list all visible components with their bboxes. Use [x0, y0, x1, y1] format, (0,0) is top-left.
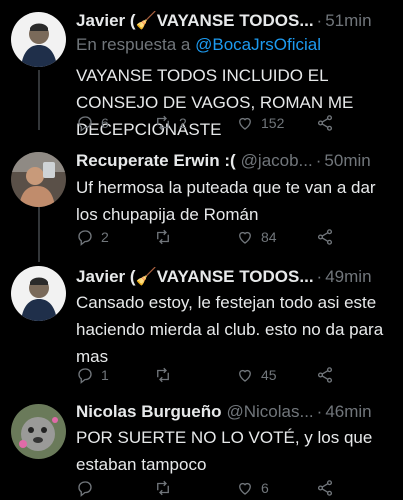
separator: · [316, 11, 323, 30]
like-button[interactable]: 6 [236, 477, 269, 499]
like-count: 152 [261, 115, 285, 131]
reply-mention-link[interactable]: @BocaJrsOficial [195, 35, 321, 54]
avatar[interactable] [11, 152, 66, 207]
avatar[interactable] [11, 266, 66, 321]
like-button[interactable]: 45 [236, 364, 277, 386]
tweet-item[interactable]: Javier (🧹VAYANSE TODOS... · 49min Cansad… [0, 262, 403, 396]
retweet-count: 2 [179, 115, 187, 131]
like-count: 45 [261, 367, 277, 383]
retweet-button[interactable] [154, 364, 179, 386]
reply-context: En respuesta a @BocaJrsOficial [76, 35, 321, 55]
timestamp[interactable]: 50min [324, 151, 370, 171]
share-icon [317, 480, 333, 496]
separator: · [315, 151, 322, 170]
like-button[interactable]: 152 [236, 112, 284, 134]
reply-prefix: En respuesta a [76, 35, 191, 54]
share-button[interactable] [316, 364, 336, 386]
like-icon [239, 369, 251, 382]
share-button[interactable] [316, 226, 336, 248]
action-bar: 6 2 152 [76, 112, 376, 134]
like-count: 84 [261, 229, 277, 245]
share-button[interactable] [316, 112, 336, 134]
avatar[interactable] [11, 12, 66, 67]
share-icon [317, 367, 333, 383]
tweet-item[interactable]: Javier (🧹VAYANSE TODOS... · 51min En res… [0, 0, 403, 140]
retweet-icon [157, 115, 169, 131]
action-bar: 2 84 [76, 226, 376, 248]
reply-icon [78, 116, 92, 132]
share-icon [317, 229, 333, 245]
reply-count: 6 [101, 115, 109, 131]
share-icon [317, 115, 333, 131]
like-button[interactable]: 84 [236, 226, 277, 248]
retweet-button[interactable]: 2 [154, 112, 187, 134]
tweet-item[interactable]: Recuperate Erwin :( @jacob... · 50min Uf… [0, 140, 403, 262]
reply-icon [78, 481, 92, 497]
author-name[interactable]: Recuperate Erwin :( [76, 151, 236, 171]
action-bar: 1 45 [76, 364, 376, 386]
like-icon [239, 117, 251, 130]
author-name[interactable]: Nicolas Burgueño [76, 402, 221, 422]
author-name[interactable]: Javier (🧹VAYANSE TODOS... [76, 267, 314, 287]
action-bar: 6 [76, 477, 376, 499]
author-handle[interactable]: @Nicolas... [226, 402, 313, 422]
retweet-button[interactable] [154, 226, 179, 248]
reply-count: 1 [101, 367, 109, 383]
tweet-text: Uf hermosa la puteada que te van a dar l… [76, 178, 376, 224]
timestamp[interactable]: 49min [325, 267, 371, 287]
separator: · [316, 267, 323, 286]
like-icon [239, 482, 251, 495]
reply-icon [78, 230, 92, 246]
retweet-icon [157, 367, 169, 383]
author-name[interactable]: Javier (🧹VAYANSE TODOS... [76, 11, 314, 31]
timestamp[interactable]: 51min [325, 11, 371, 31]
tweet-text: POR SUERTE NO LO VOTÉ, y los que estaban… [76, 428, 373, 474]
reply-button[interactable]: 1 [76, 364, 109, 386]
retweet-icon [157, 480, 169, 496]
author-handle[interactable]: @jacob... [241, 151, 313, 171]
avatar[interactable] [11, 404, 66, 459]
reply-count: 2 [101, 229, 109, 245]
tweet-item[interactable]: Nicolas Burgueño @Nicolas... · 46min POR… [0, 396, 403, 500]
reply-icon [78, 368, 92, 384]
reply-button[interactable] [76, 477, 101, 499]
retweet-button[interactable] [154, 477, 179, 499]
like-count: 6 [261, 480, 269, 496]
tweet-text: Cansado estoy, le festejan todo asi este… [76, 293, 384, 366]
share-button[interactable] [316, 477, 336, 499]
reply-button[interactable]: 6 [76, 112, 109, 134]
timestamp[interactable]: 46min [325, 402, 371, 422]
separator: · [316, 402, 323, 421]
reply-button[interactable]: 2 [76, 226, 109, 248]
like-icon [239, 231, 251, 244]
retweet-icon [157, 229, 169, 245]
